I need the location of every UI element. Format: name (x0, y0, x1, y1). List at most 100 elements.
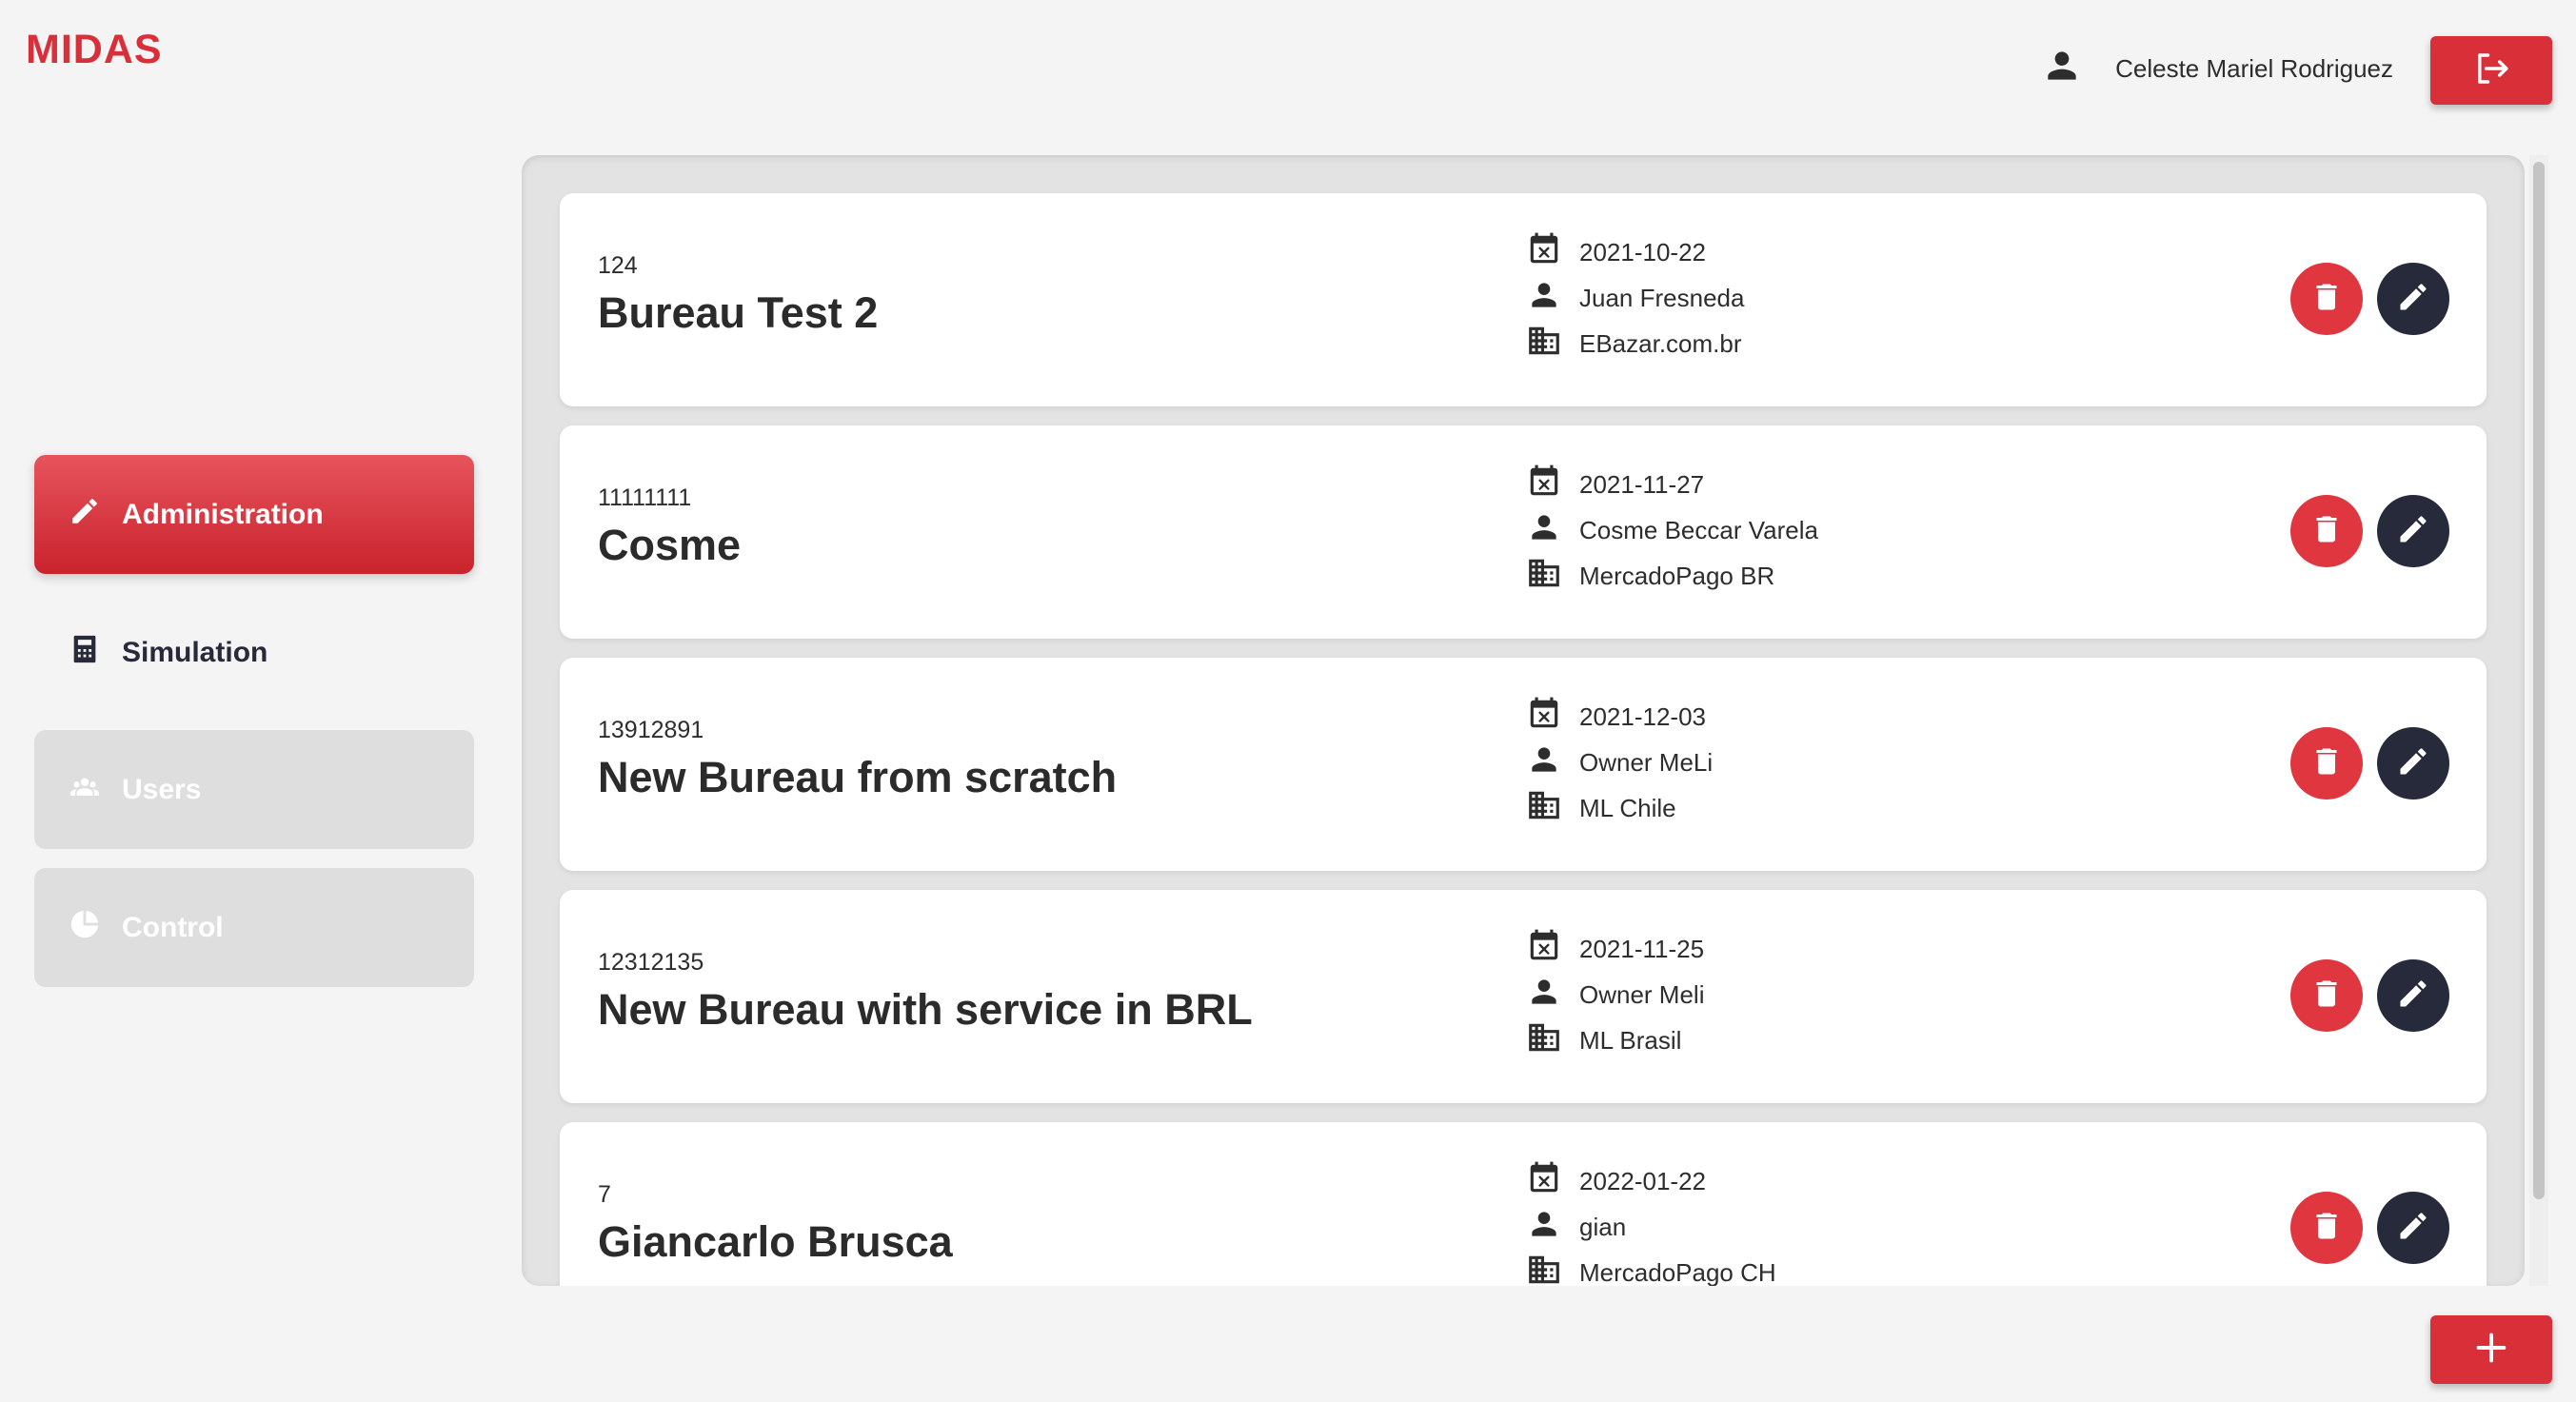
person-icon (1526, 1206, 1562, 1249)
meta-company-row: MercadoPago CH (1526, 1250, 1776, 1286)
bureau-card: 7 Giancarlo Brusca 2022-01-22 gian Merca… (560, 1122, 2487, 1286)
edit-button[interactable] (2377, 1192, 2449, 1264)
bureau-meta: 2021-12-03 Owner MeLi ML Chile (1526, 694, 1713, 831)
scrollbar-thumb[interactable] (2533, 162, 2545, 1199)
sidebar-item-users[interactable]: Users (34, 730, 474, 849)
building-icon (1526, 555, 1562, 598)
trash-icon (2309, 744, 2344, 783)
delete-button[interactable] (2290, 263, 2363, 335)
sidebar-item-label: Users (122, 773, 202, 805)
bureau-card: 13912891 New Bureau from scratch 2021-12… (560, 658, 2487, 871)
pencil-icon (2396, 280, 2430, 319)
edit-button[interactable] (2377, 959, 2449, 1032)
bureau-id: 124 (598, 252, 638, 279)
person-icon (1526, 277, 1562, 320)
person-icon (1526, 741, 1562, 784)
bureau-id: 12312135 (598, 949, 704, 976)
delete-button[interactable] (2290, 1192, 2363, 1264)
bureau-owner: gian (1579, 1212, 1627, 1241)
building-icon (1526, 787, 1562, 830)
bureau-owner: Owner Meli (1579, 979, 1705, 1009)
bureau-meta: 2022-01-22 gian MercadoPago CH (1526, 1158, 1776, 1286)
delete-button[interactable] (2290, 727, 2363, 800)
building-icon (1526, 323, 1562, 365)
calendar-icon (1526, 928, 1562, 971)
delete-button[interactable] (2290, 495, 2363, 567)
pencil-icon (69, 495, 101, 535)
edit-button[interactable] (2377, 727, 2449, 800)
bureau-date: 2021-11-25 (1579, 934, 1705, 963)
bureau-id: 11111111 (598, 484, 692, 511)
bureau-date: 2021-10-22 (1579, 237, 1706, 267)
bureau-owner: Juan Fresneda (1579, 283, 1745, 312)
logout-button[interactable] (2430, 36, 2552, 105)
pencil-icon (2396, 744, 2430, 783)
bureau-name: Bureau Test 2 (598, 288, 879, 337)
sidebar-item-administration[interactable]: Administration (34, 455, 474, 574)
meta-owner-row: Owner MeLi (1526, 740, 1713, 785)
trash-icon (2309, 280, 2344, 319)
bureau-company: ML Chile (1579, 793, 1676, 822)
delete-button[interactable] (2290, 959, 2363, 1032)
bureau-card: 12312135 New Bureau with service in BRL … (560, 890, 2487, 1103)
sidebar-item-simulation[interactable]: Simulation (34, 593, 474, 712)
bureau-card: 124 Bureau Test 2 2021-10-22 Juan Fresne… (560, 193, 2487, 406)
meta-owner-row: Juan Fresneda (1526, 275, 1744, 321)
sidebar-item-label: Simulation (122, 636, 268, 668)
bureau-meta: 2021-11-27 Cosme Beccar Varela MercadoPa… (1526, 462, 1818, 599)
edit-button[interactable] (2377, 495, 2449, 567)
meta-company-row: MercadoPago BR (1526, 553, 1818, 599)
app-logo: MIDAS (26, 27, 163, 72)
plus-icon (2472, 1329, 2510, 1372)
meta-owner-row: Cosme Beccar Varela (1526, 507, 1818, 553)
bureau-list-panel: 124 Bureau Test 2 2021-10-22 Juan Fresne… (522, 155, 2525, 1286)
person-icon (1526, 509, 1562, 552)
bureau-meta: 2021-11-25 Owner Meli ML Brasil (1526, 926, 1704, 1063)
building-icon (1526, 1252, 1562, 1287)
bureau-date: 2021-12-03 (1579, 701, 1706, 731)
meta-date-row: 2022-01-22 (1526, 1158, 1776, 1204)
bureau-id: 13912891 (598, 717, 704, 743)
bureau-name: New Bureau with service in BRL (598, 985, 1253, 1034)
pencil-icon (2396, 512, 2430, 551)
meta-company-row: EBazar.com.br (1526, 321, 1744, 366)
person-icon (1526, 974, 1562, 1017)
meta-owner-row: Owner Meli (1526, 972, 1704, 1017)
building-icon (1526, 1019, 1562, 1062)
bureau-name: New Bureau from scratch (598, 753, 1118, 801)
calendar-icon (1526, 696, 1562, 739)
bureau-name: Cosme (598, 521, 742, 569)
person-icon (2041, 45, 2083, 93)
bureau-owner: Cosme Beccar Varela (1579, 515, 1818, 544)
edit-button[interactable] (2377, 263, 2449, 335)
meta-owner-row: gian (1526, 1204, 1776, 1250)
bureau-list: 124 Bureau Test 2 2021-10-22 Juan Fresne… (560, 193, 2487, 1286)
user-info: Celeste Mariel Rodriguez (2041, 49, 2393, 88)
pencil-icon (2396, 977, 2430, 1016)
bureau-date: 2022-01-22 (1579, 1166, 1706, 1195)
calendar-icon (1526, 1160, 1562, 1203)
sidebar-item-label: Control (122, 911, 224, 943)
meta-date-row: 2021-11-25 (1526, 926, 1704, 972)
logout-icon (2471, 49, 2511, 93)
users-icon (69, 770, 101, 810)
bureau-id: 7 (598, 1181, 611, 1208)
trash-icon (2309, 977, 2344, 1016)
bureau-meta: 2021-10-22 Juan Fresneda EBazar.com.br (1526, 229, 1744, 366)
user-name: Celeste Mariel Rodriguez (2115, 53, 2393, 83)
calendar-icon (1526, 231, 1562, 274)
bureau-company: MercadoPago CH (1579, 1257, 1776, 1287)
sidebar-item-control[interactable]: Control (34, 868, 474, 987)
bureau-name: Giancarlo Brusca (598, 1217, 953, 1266)
bureau-card: 11111111 Cosme 2021-11-27 Cosme Beccar V… (560, 425, 2487, 639)
bureau-company: ML Brasil (1579, 1025, 1682, 1055)
bureau-owner: Owner MeLi (1579, 747, 1714, 777)
sidebar-item-label: Administration (122, 498, 324, 530)
bureau-company: MercadoPago BR (1579, 561, 1775, 590)
meta-date-row: 2021-11-27 (1526, 462, 1818, 507)
trash-icon (2309, 512, 2344, 551)
calendar-icon (1526, 464, 1562, 506)
add-bureau-button[interactable] (2430, 1315, 2552, 1384)
calculator-icon (69, 633, 101, 673)
trash-icon (2309, 1209, 2344, 1248)
